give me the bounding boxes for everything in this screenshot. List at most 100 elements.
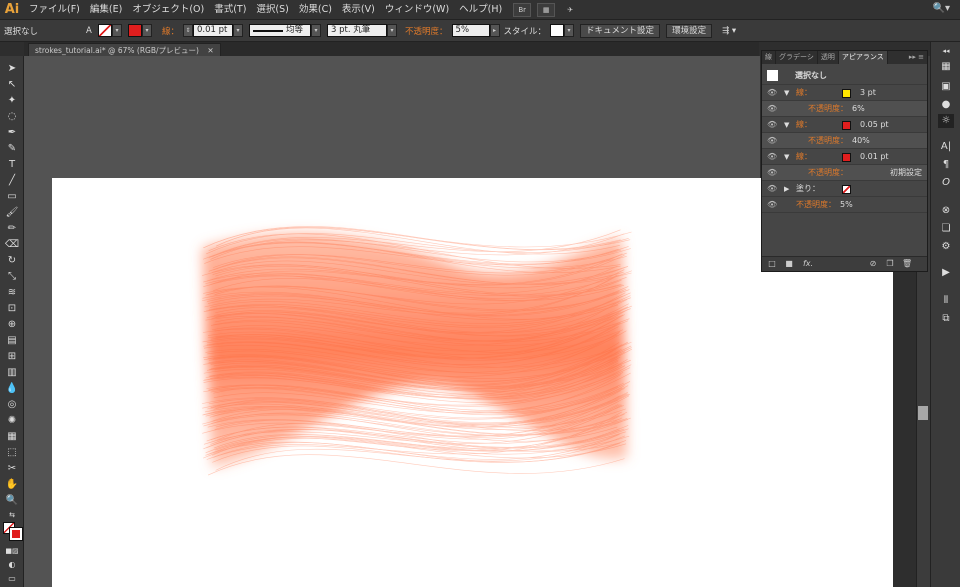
swatches-icon[interactable]: ● (938, 98, 954, 112)
grid-icon[interactable]: ▦ (537, 2, 556, 17)
rotate-tool-icon[interactable]: ↻ (4, 254, 20, 268)
direct-selection-tool-icon[interactable]: ↖ (4, 78, 20, 92)
chevron-down-icon[interactable]: ▾ (311, 24, 322, 37)
chevron-down-icon[interactable]: ▾ (564, 24, 575, 37)
chevron-right-icon[interactable]: ▸ (489, 24, 500, 37)
type-tool-icon[interactable]: T (4, 158, 20, 172)
appearance-row-opacity[interactable]: 👁 不透明度： 5% (762, 197, 927, 213)
menu-window[interactable]: ウィンドウ(W) (380, 0, 454, 20)
gradient-tool-icon[interactable]: ▥ (4, 366, 20, 380)
eye-icon[interactable]: 👁 (767, 181, 777, 197)
row-label[interactable]: 不透明度： (808, 101, 848, 117)
menu-select[interactable]: 選択(S) (251, 0, 293, 20)
zoom-tool-icon[interactable]: 🔍 (4, 494, 20, 508)
slice-tool-icon[interactable]: ✂ (4, 462, 20, 476)
symbols-icon[interactable]: ⚙ (938, 240, 954, 254)
menu-object[interactable]: オブジェクト(O) (127, 0, 209, 20)
clear-appearance-icon[interactable]: ⊘ (868, 259, 878, 269)
bridge-button[interactable]: Br (513, 2, 532, 17)
appearance-row-opacity[interactable]: 👁 不透明度： 40% (762, 133, 927, 149)
pencil-tool-icon[interactable]: ✏ (4, 222, 20, 236)
stroke-swatch[interactable] (128, 24, 142, 37)
curvature-tool-icon[interactable]: ✎ (4, 142, 20, 156)
color-panel-icon[interactable]: ▦ (938, 60, 954, 74)
paragraph-icon[interactable]: ¶ (938, 158, 954, 172)
preferences-button[interactable]: 環境設定 (666, 23, 713, 38)
appearance-row-opacity[interactable]: 👁 不透明度： 初期設定 (762, 165, 927, 181)
tab-appearance[interactable]: アピアランス (838, 51, 888, 64)
menu-view[interactable]: 表示(V) (337, 0, 380, 20)
eye-icon[interactable]: 👁 (767, 133, 777, 149)
appearance-row-fill[interactable]: 👁 ▶ 塗り： (762, 181, 927, 197)
paintbrush-tool-icon[interactable]: 🖌 (4, 206, 20, 220)
add-stroke-icon[interactable]: □ (767, 259, 777, 269)
free-transform-tool-icon[interactable]: ⊡ (4, 302, 20, 316)
chevron-down-icon[interactable]: ▾ (112, 24, 122, 37)
chevron-down-icon[interactable]: ▾ (233, 24, 244, 37)
scale-tool-icon[interactable]: ⤡ (4, 270, 20, 284)
pathfinder-icon[interactable]: ⧉ (938, 312, 954, 326)
stepper-icon[interactable]: ⇕ (183, 24, 194, 37)
add-fill-icon[interactable]: ■ (784, 259, 794, 269)
blend-tool-icon[interactable]: ◎ (4, 398, 20, 412)
menu-effect[interactable]: 効果(C) (294, 0, 337, 20)
row-label[interactable]: 不透明度： (808, 133, 848, 149)
artboard-tool-icon[interactable]: ⬚ (4, 446, 20, 460)
character-icon[interactable]: A| (938, 140, 954, 154)
mesh-tool-icon[interactable]: ⊞ (4, 350, 20, 364)
arrange-icon[interactable]: ⇶ ▾ (718, 26, 740, 36)
stroke-profile-field[interactable]: 均等 (249, 24, 312, 37)
row-label[interactable]: 不透明度： (796, 197, 836, 213)
fill-none-square[interactable] (842, 185, 851, 194)
chevron-down-icon[interactable]: ▼ (784, 149, 789, 165)
screen-mode-icon[interactable]: ▭ (4, 572, 20, 586)
opentype-icon[interactable]: O (938, 176, 954, 190)
chevron-down-icon[interactable]: ▼ (784, 117, 789, 133)
eyedropper-tool-icon[interactable]: 💧 (4, 382, 20, 396)
align-icon[interactable]: ⫴ (938, 294, 954, 308)
brush-field[interactable]: 3 pt. 丸筆 (327, 24, 388, 37)
shape-builder-tool-icon[interactable]: ⊕ (4, 318, 20, 332)
menu-type[interactable]: 書式(T) (209, 0, 251, 20)
color-mode-icon[interactable]: ■▨ (4, 544, 20, 558)
menu-edit[interactable]: 編集(E) (85, 0, 127, 20)
tab-transparency[interactable]: 透明 (818, 51, 839, 64)
delete-item-icon[interactable]: 🗑 (902, 259, 912, 269)
swap-colors-icon[interactable]: ⇆ (4, 508, 20, 522)
color-guide-icon[interactable]: ▣ (938, 80, 954, 94)
appearance-row-stroke[interactable]: 👁 ▼ 線： 0.01 pt (762, 149, 927, 165)
chevron-right-icon[interactable]: ▶ (784, 181, 789, 197)
document-tab[interactable]: strokes_tutorial.ai* @ 67% (RGB/プレビュー) ✕ (28, 43, 221, 56)
symbol-sprayer-tool-icon[interactable]: ✺ (4, 414, 20, 428)
row-label[interactable]: 不透明度： (808, 165, 848, 181)
eye-icon[interactable]: 👁 (767, 197, 777, 213)
row-label[interactable]: 塗り： (796, 181, 820, 197)
warp-tool-icon[interactable]: ≋ (4, 286, 20, 300)
collapse-icon[interactable]: ◂◂ (938, 44, 954, 58)
eye-icon[interactable]: 👁 (767, 165, 777, 181)
eye-icon[interactable]: 👁 (767, 101, 777, 117)
stroke-color-square[interactable] (842, 121, 851, 130)
chevron-down-icon[interactable]: ▼ (784, 85, 789, 101)
stroke-color-square[interactable] (842, 89, 851, 98)
appearance-row-opacity[interactable]: 👁 不透明度： 6% (762, 101, 927, 117)
rectangle-tool-icon[interactable]: ▭ (4, 190, 20, 204)
stroke-color-square[interactable] (842, 153, 851, 162)
row-value[interactable]: 0.01 pt (860, 149, 889, 165)
hand-tool-icon[interactable]: ✋ (4, 478, 20, 492)
row-label[interactable]: 線： (796, 149, 812, 165)
duplicate-item-icon[interactable]: ❐ (885, 259, 895, 269)
eye-icon[interactable]: 👁 (767, 85, 777, 101)
appearance-row-stroke[interactable]: 👁 ▼ 線： 3 pt (762, 85, 927, 101)
appearance-row-stroke[interactable]: 👁 ▼ 線： 0.05 pt (762, 117, 927, 133)
actions-icon[interactable]: ▶ (938, 266, 954, 280)
style-swatch[interactable] (550, 24, 565, 37)
drawing-mode-icon[interactable]: ◐ (4, 558, 20, 572)
gpu-icon[interactable]: ✈ (561, 3, 579, 17)
row-value[interactable]: 0.05 pt (860, 117, 889, 133)
fill-swatch[interactable] (98, 24, 112, 37)
fx-icon[interactable]: fx. (800, 259, 816, 269)
tab-gradient[interactable]: グラデーシ (776, 51, 818, 64)
line-tool-icon[interactable]: ╱ (4, 174, 20, 188)
row-label[interactable]: 線： (796, 85, 812, 101)
